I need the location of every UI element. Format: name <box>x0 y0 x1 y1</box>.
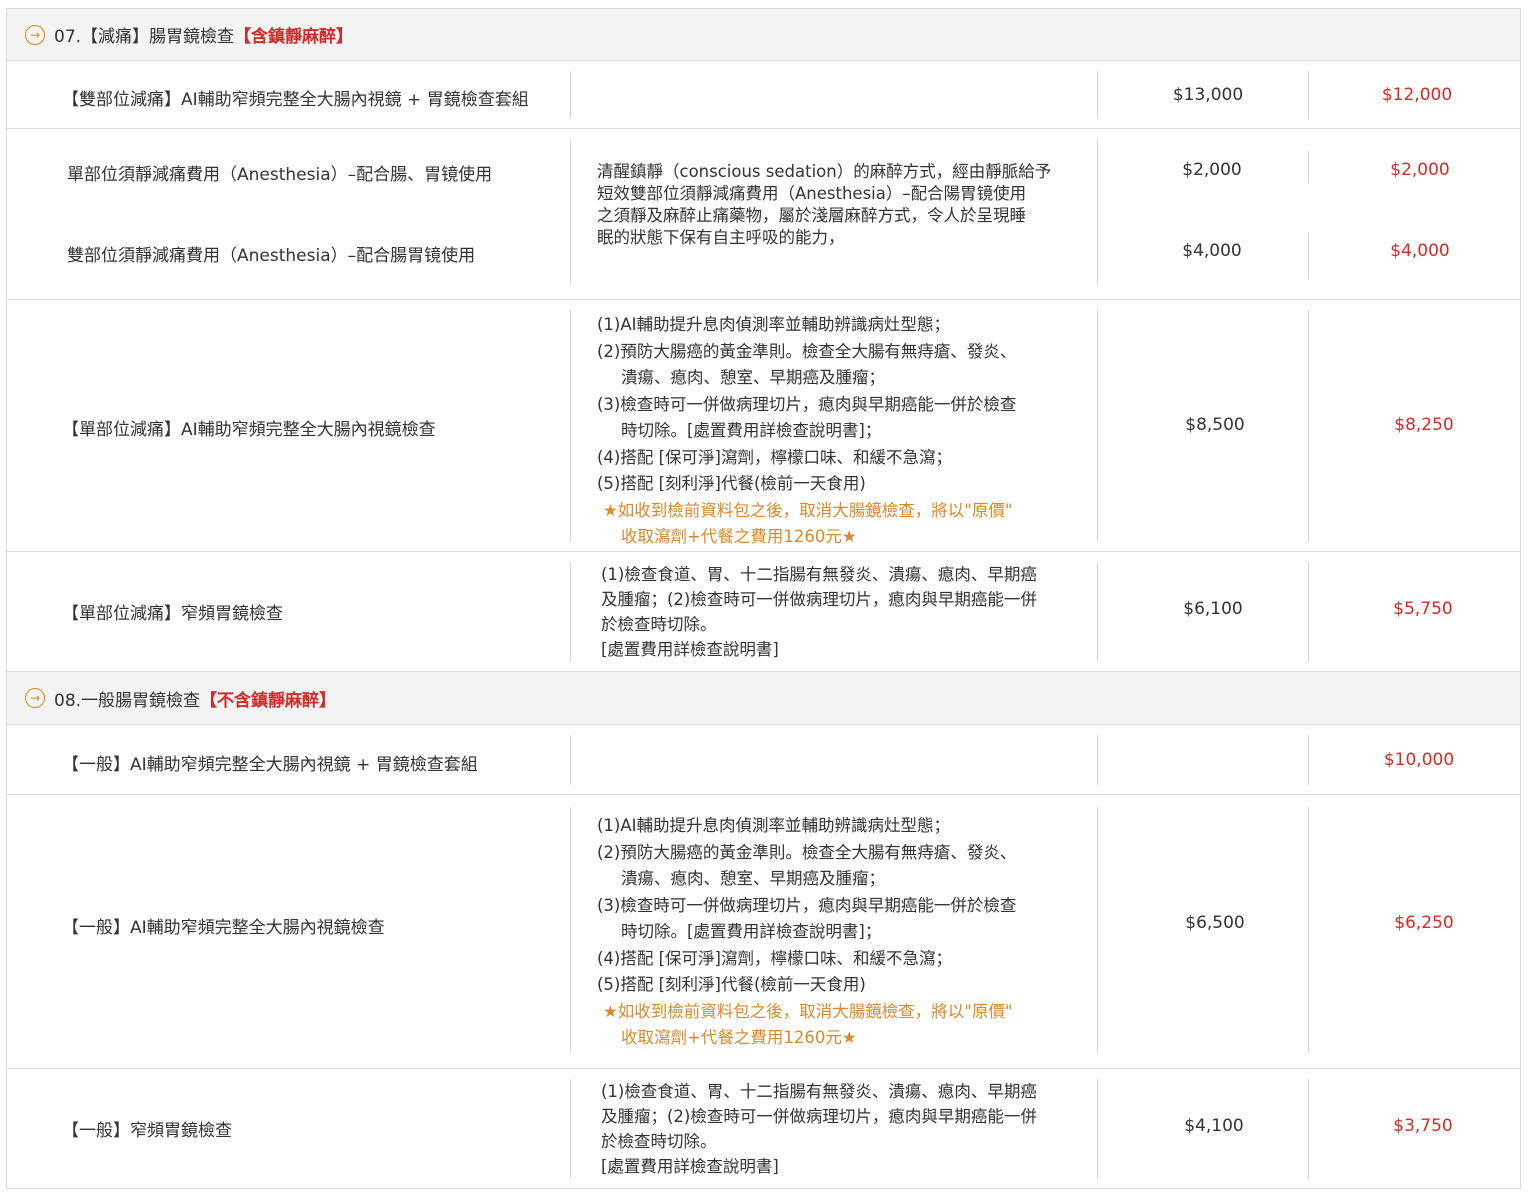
description-line: 時切除。[處置費用詳檢查說明書]； <box>621 922 882 941</box>
column-divider <box>1097 807 1098 1053</box>
table-row: 【雙部位減痛】AI輔助窄頻完整全大腸內視鏡 + 胃鏡檢查套組 $13,000 $… <box>6 61 1521 129</box>
description-line: (2)預防大腸癌的黃金準則。檢查全大腸有無痔瘡、發炎、 <box>597 842 1017 862</box>
table-row: 【一般】AI輔助窄頻完整全大腸內視鏡檢查 (1)AI輔助提升息肉偵測率並輔助辨識… <box>6 795 1521 1069</box>
section-title: 08.一般腸胃鏡檢查 <box>54 690 201 711</box>
description-line: (5)搭配 [刻利淨]代餐(檢前一天食用) <box>597 474 866 493</box>
section-header-08[interactable]: → 08.一般腸胃鏡檢查 【不含鎮靜麻醉】 <box>6 672 1521 725</box>
description-line: (1)AI輔助提升息肉偵測率並輔助辨識病灶型態； <box>597 315 951 334</box>
table-row: 【一般】AI輔助窄頻完整全大腸內視鏡 + 胃鏡檢查套組 $10,000 <box>6 725 1521 795</box>
column-divider <box>1308 71 1309 119</box>
section-title: 07.【減痛】腸胃鏡檢查 <box>54 27 235 47</box>
description-line: 潰瘍、瘜肉、憩室、早期癌及腫瘤； <box>621 368 885 387</box>
sale-price: $10,000 <box>1383 750 1455 770</box>
description-line: 及腫瘤；(2)檢查時可一併做病理切片，瘜肉與早期癌能一併 <box>601 590 1037 609</box>
cancellation-note: ★如收到檢前資料包之後，取消大腸鏡檢查，將以"原價" <box>603 500 1013 520</box>
sale-price-double: $4,000 <box>1390 241 1450 261</box>
column-divider <box>1097 310 1098 542</box>
description-line: 於檢查時切除。 <box>601 615 717 634</box>
column-divider <box>570 735 571 785</box>
item-description: (1)檢查食道、胃、十二指腸有無發炎、潰瘍、瘜肉、早期癌 及腫瘤；(2)檢查時可… <box>601 1079 1037 1179</box>
description-line: (1)檢查食道、胃、十二指腸有無發炎、潰瘍、瘜肉、早期癌 <box>601 1082 1037 1101</box>
sale-price-single: $2,000 <box>1390 160 1450 180</box>
section-highlight: 【不含鎮靜麻醉】 <box>200 690 337 711</box>
sale-price: $8,250 <box>1394 415 1454 435</box>
original-price-double: $4,000 <box>1182 241 1242 261</box>
item-name-single: 單部位須靜減痛費用（Anesthesia）–配合腸、胃镜使用 <box>67 165 493 185</box>
item-description: (1)AI輔助提升息肉偵測率並輔助辨識病灶型態； (2)預防大腸癌的黃金準則。檢… <box>597 813 1016 1052</box>
original-price: $8,500 <box>1185 415 1245 435</box>
item-name: 【單部位減痛】窄頻胃鏡檢查 <box>62 604 283 624</box>
description-line: (4)搭配 [保可淨]瀉劑，檸檬口味、和緩不急瀉； <box>597 447 952 467</box>
column-divider <box>1097 562 1098 662</box>
column-divider <box>570 807 571 1053</box>
original-price: $4,100 <box>1184 1116 1244 1136</box>
table-row: 【單部位減痛】窄頻胃鏡檢查 (1)檢查食道、胃、十二指腸有無發炎、潰瘍、瘜肉、早… <box>6 552 1521 672</box>
cancellation-note: ★如收到檢前資料包之後，取消大腸鏡檢查，將以"原價" <box>603 1001 1013 1021</box>
column-divider <box>570 71 571 119</box>
section-highlight: 【含鎮靜麻醉】 <box>234 27 354 47</box>
description-line: 於檢查時切除。 <box>601 1132 717 1151</box>
item-name: 【一般】窄頻胃鏡檢查 <box>62 1121 232 1141</box>
description-line: 收取瀉劑+代餐之費用1260元★ <box>621 1028 857 1047</box>
item-name: 【雙部位減痛】AI輔助窄頻完整全大腸內視鏡 + 胃鏡檢查套組 <box>62 90 529 110</box>
item-name: 【一般】AI輔助窄頻完整全大腸內視鏡檢查 <box>62 918 385 938</box>
column-divider <box>1097 71 1098 119</box>
description-line: (5)搭配 [刻利淨]代餐(檢前一天食用) <box>597 975 866 994</box>
description-line: 收取瀉劑+代餐之費用1260元★ <box>621 527 857 546</box>
description-line: 清醒鎮靜（conscious sedation）的麻醉方式，經由靜脈給予 <box>597 162 1052 181</box>
item-description: (1)檢查食道、胃、十二指腸有無發炎、潰瘍、瘜肉、早期癌 及腫瘤；(2)檢查時可… <box>601 562 1037 662</box>
original-price: $6,100 <box>1183 599 1243 619</box>
sale-price: $6,250 <box>1394 913 1454 933</box>
item-name-double: 雙部位須靜減痛費用（Anesthesia）–配合腸胃镜使用 <box>67 246 476 266</box>
item-description: (1)AI輔助提升息肉偵測率並輔助辨識病灶型態； (2)預防大腸癌的黃金準則。檢… <box>597 312 1016 551</box>
table-row: 單部位須靜減痛費用（Anesthesia）–配合腸、胃镜使用 雙部位須靜減痛費用… <box>6 129 1521 300</box>
arrow-circle-right-icon: → <box>25 24 45 45</box>
sale-price: $12,000 <box>1381 85 1453 105</box>
column-divider <box>1097 735 1098 785</box>
table-row: 【一般】窄頻胃鏡檢查 (1)檢查食道、胃、十二指腸有無發炎、潰瘍、瘜肉、早期癌 … <box>6 1069 1521 1189</box>
column-divider <box>570 562 571 662</box>
column-divider <box>570 1079 571 1179</box>
item-name: 【一般】AI輔助窄頻完整全大腸內視鏡 + 胃鏡檢查套組 <box>62 755 478 775</box>
item-name: 【單部位減痛】AI輔助窄頻完整全大腸內視鏡檢查 <box>62 420 436 440</box>
description-line: (1)檢查食道、胃、十二指腸有無發炎、潰瘍、瘜肉、早期癌 <box>601 565 1037 584</box>
description-line: (3)檢查時可一併做病理切片，瘜肉與早期癌能一併於檢查 <box>597 895 1017 915</box>
description-line: 之須靜及麻醉止痛藥物，屬於淺層麻醉方式，令人於呈現睡 <box>597 206 1026 225</box>
original-price: $13,000 <box>1172 85 1244 105</box>
original-price: $6,500 <box>1185 913 1245 933</box>
description-line: 及腫瘤；(2)檢查時可一併做病理切片，瘜肉與早期癌能一併 <box>601 1107 1037 1126</box>
description-line: 時切除。[處置費用詳檢查說明書]； <box>621 421 882 440</box>
arrow-circle-right-icon: → <box>25 688 45 708</box>
table-row: 【單部位減痛】AI輔助窄頻完整全大腸內視鏡檢查 (1)AI輔助提升息肉偵測率並輔… <box>6 300 1521 552</box>
item-description: 清醒鎮靜（conscious sedation）的麻醉方式，經由靜脈給予 短效雙… <box>597 161 1051 249</box>
description-line: 潰瘍、瘜肉、憩室、早期癌及腫瘤； <box>621 869 885 888</box>
section-header-07[interactable]: → 07.【減痛】腸胃鏡檢查 【含鎮靜麻醉】 <box>6 8 1521 61</box>
description-line: [處置費用詳檢查說明書] <box>601 1157 779 1176</box>
column-divider <box>570 310 571 542</box>
column-divider <box>1308 735 1309 785</box>
description-line: [處置費用詳檢查說明書] <box>601 640 779 659</box>
description-line: (3)檢查時可一併做病理切片，瘜肉與早期癌能一併於檢查 <box>597 394 1017 414</box>
column-divider <box>570 139 571 285</box>
column-divider <box>1097 139 1098 285</box>
description-line: (4)搭配 [保可淨]瀉劑，檸檬口味、和緩不急瀉； <box>597 948 952 968</box>
price-table: → 07.【減痛】腸胃鏡檢查 【含鎮靜麻醉】 【雙部位減痛】AI輔助窄頻完整全大… <box>6 8 1521 1189</box>
column-divider <box>1097 1079 1098 1179</box>
description-line: (2)預防大腸癌的黃金準則。檢查全大腸有無痔瘡、發炎、 <box>597 341 1017 361</box>
description-line: 短效雙部位須靜減痛費用（Anesthesia）–配合陽胃镜使用 <box>597 184 1027 203</box>
original-price-single: $2,000 <box>1182 160 1242 180</box>
description-line: (1)AI輔助提升息肉偵測率並輔助辨識病灶型態； <box>597 816 951 835</box>
sale-price: $3,750 <box>1393 1116 1453 1136</box>
description-line: 眠的狀態下保有自主呼吸的能力， <box>597 228 845 247</box>
sale-price: $5,750 <box>1393 599 1453 619</box>
